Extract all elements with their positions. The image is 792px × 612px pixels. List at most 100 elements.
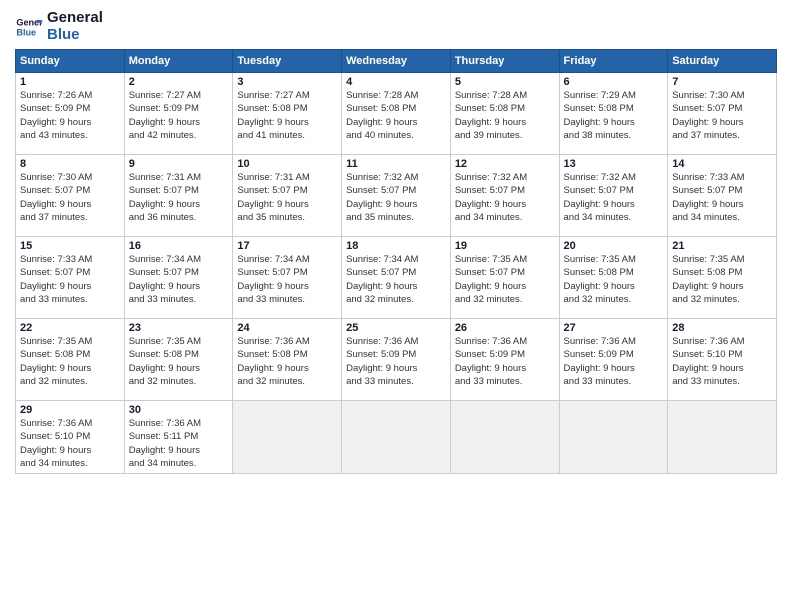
day-cell: 6Sunrise: 7:29 AMSunset: 5:08 PMDaylight… (559, 73, 668, 155)
day-cell: 4Sunrise: 7:28 AMSunset: 5:08 PMDaylight… (342, 73, 451, 155)
calendar-table: SundayMondayTuesdayWednesdayThursdayFrid… (15, 49, 777, 474)
day-number: 11 (346, 158, 446, 170)
day-cell: 30Sunrise: 7:36 AMSunset: 5:11 PMDayligh… (124, 401, 233, 474)
weekday-header-wednesday: Wednesday (342, 50, 451, 73)
day-cell: 12Sunrise: 7:32 AMSunset: 5:07 PMDayligh… (450, 155, 559, 237)
day-number: 2 (129, 76, 229, 88)
day-number: 14 (672, 158, 772, 170)
day-info: Sunrise: 7:36 AMSunset: 5:10 PMDaylight:… (672, 335, 772, 388)
weekday-header-friday: Friday (559, 50, 668, 73)
day-cell: 2Sunrise: 7:27 AMSunset: 5:09 PMDaylight… (124, 73, 233, 155)
logo: General Blue General Blue (15, 10, 103, 43)
day-number: 19 (455, 240, 555, 252)
weekday-header-saturday: Saturday (668, 50, 777, 73)
day-number: 13 (564, 158, 664, 170)
day-number: 24 (237, 322, 337, 334)
day-number: 26 (455, 322, 555, 334)
day-cell (559, 401, 668, 474)
day-info: Sunrise: 7:36 AMSunset: 5:09 PMDaylight:… (564, 335, 664, 388)
day-info: Sunrise: 7:32 AMSunset: 5:07 PMDaylight:… (455, 171, 555, 224)
day-cell: 28Sunrise: 7:36 AMSunset: 5:10 PMDayligh… (668, 319, 777, 401)
day-number: 18 (346, 240, 446, 252)
day-number: 21 (672, 240, 772, 252)
day-cell: 24Sunrise: 7:36 AMSunset: 5:08 PMDayligh… (233, 319, 342, 401)
day-info: Sunrise: 7:36 AMSunset: 5:08 PMDaylight:… (237, 335, 337, 388)
day-info: Sunrise: 7:35 AMSunset: 5:08 PMDaylight:… (672, 253, 772, 306)
logo-general: General (47, 10, 103, 27)
day-info: Sunrise: 7:35 AMSunset: 5:07 PMDaylight:… (455, 253, 555, 306)
day-info: Sunrise: 7:36 AMSunset: 5:09 PMDaylight:… (455, 335, 555, 388)
day-number: 9 (129, 158, 229, 170)
day-cell: 15Sunrise: 7:33 AMSunset: 5:07 PMDayligh… (16, 237, 125, 319)
day-cell: 11Sunrise: 7:32 AMSunset: 5:07 PMDayligh… (342, 155, 451, 237)
day-cell (342, 401, 451, 474)
week-row-5: 29Sunrise: 7:36 AMSunset: 5:10 PMDayligh… (16, 401, 777, 474)
day-number: 25 (346, 322, 446, 334)
day-cell: 7Sunrise: 7:30 AMSunset: 5:07 PMDaylight… (668, 73, 777, 155)
day-info: Sunrise: 7:31 AMSunset: 5:07 PMDaylight:… (237, 171, 337, 224)
svg-text:Blue: Blue (16, 27, 36, 37)
day-info: Sunrise: 7:34 AMSunset: 5:07 PMDaylight:… (346, 253, 446, 306)
day-cell: 10Sunrise: 7:31 AMSunset: 5:07 PMDayligh… (233, 155, 342, 237)
day-info: Sunrise: 7:36 AMSunset: 5:10 PMDaylight:… (20, 417, 120, 470)
day-info: Sunrise: 7:35 AMSunset: 5:08 PMDaylight:… (129, 335, 229, 388)
day-cell: 5Sunrise: 7:28 AMSunset: 5:08 PMDaylight… (450, 73, 559, 155)
logo-icon: General Blue (15, 13, 43, 41)
day-cell: 8Sunrise: 7:30 AMSunset: 5:07 PMDaylight… (16, 155, 125, 237)
day-cell (668, 401, 777, 474)
day-cell: 20Sunrise: 7:35 AMSunset: 5:08 PMDayligh… (559, 237, 668, 319)
weekday-header-monday: Monday (124, 50, 233, 73)
header: General Blue General Blue (15, 10, 777, 43)
day-info: Sunrise: 7:28 AMSunset: 5:08 PMDaylight:… (455, 89, 555, 142)
day-number: 6 (564, 76, 664, 88)
svg-text:General: General (16, 17, 43, 27)
day-cell: 21Sunrise: 7:35 AMSunset: 5:08 PMDayligh… (668, 237, 777, 319)
day-info: Sunrise: 7:30 AMSunset: 5:07 PMDaylight:… (20, 171, 120, 224)
week-row-2: 8Sunrise: 7:30 AMSunset: 5:07 PMDaylight… (16, 155, 777, 237)
day-number: 20 (564, 240, 664, 252)
day-number: 10 (237, 158, 337, 170)
day-number: 8 (20, 158, 120, 170)
day-info: Sunrise: 7:32 AMSunset: 5:07 PMDaylight:… (346, 171, 446, 224)
day-number: 28 (672, 322, 772, 334)
day-info: Sunrise: 7:35 AMSunset: 5:08 PMDaylight:… (564, 253, 664, 306)
day-cell: 26Sunrise: 7:36 AMSunset: 5:09 PMDayligh… (450, 319, 559, 401)
day-info: Sunrise: 7:29 AMSunset: 5:08 PMDaylight:… (564, 89, 664, 142)
day-cell (450, 401, 559, 474)
day-cell: 19Sunrise: 7:35 AMSunset: 5:07 PMDayligh… (450, 237, 559, 319)
week-row-1: 1Sunrise: 7:26 AMSunset: 5:09 PMDaylight… (16, 73, 777, 155)
week-row-4: 22Sunrise: 7:35 AMSunset: 5:08 PMDayligh… (16, 319, 777, 401)
day-number: 1 (20, 76, 120, 88)
day-info: Sunrise: 7:27 AMSunset: 5:08 PMDaylight:… (237, 89, 337, 142)
day-cell: 1Sunrise: 7:26 AMSunset: 5:09 PMDaylight… (16, 73, 125, 155)
day-info: Sunrise: 7:36 AMSunset: 5:09 PMDaylight:… (346, 335, 446, 388)
day-number: 29 (20, 404, 120, 416)
day-number: 17 (237, 240, 337, 252)
day-cell: 25Sunrise: 7:36 AMSunset: 5:09 PMDayligh… (342, 319, 451, 401)
day-info: Sunrise: 7:32 AMSunset: 5:07 PMDaylight:… (564, 171, 664, 224)
day-number: 27 (564, 322, 664, 334)
day-cell: 14Sunrise: 7:33 AMSunset: 5:07 PMDayligh… (668, 155, 777, 237)
day-cell: 29Sunrise: 7:36 AMSunset: 5:10 PMDayligh… (16, 401, 125, 474)
day-number: 4 (346, 76, 446, 88)
day-info: Sunrise: 7:28 AMSunset: 5:08 PMDaylight:… (346, 89, 446, 142)
day-number: 22 (20, 322, 120, 334)
day-cell: 13Sunrise: 7:32 AMSunset: 5:07 PMDayligh… (559, 155, 668, 237)
day-cell: 18Sunrise: 7:34 AMSunset: 5:07 PMDayligh… (342, 237, 451, 319)
day-cell: 22Sunrise: 7:35 AMSunset: 5:08 PMDayligh… (16, 319, 125, 401)
day-number: 30 (129, 404, 229, 416)
day-info: Sunrise: 7:36 AMSunset: 5:11 PMDaylight:… (129, 417, 229, 470)
day-info: Sunrise: 7:35 AMSunset: 5:08 PMDaylight:… (20, 335, 120, 388)
day-cell: 23Sunrise: 7:35 AMSunset: 5:08 PMDayligh… (124, 319, 233, 401)
day-info: Sunrise: 7:34 AMSunset: 5:07 PMDaylight:… (237, 253, 337, 306)
weekday-header-thursday: Thursday (450, 50, 559, 73)
day-cell: 17Sunrise: 7:34 AMSunset: 5:07 PMDayligh… (233, 237, 342, 319)
day-info: Sunrise: 7:27 AMSunset: 5:09 PMDaylight:… (129, 89, 229, 142)
day-cell: 27Sunrise: 7:36 AMSunset: 5:09 PMDayligh… (559, 319, 668, 401)
weekday-header-tuesday: Tuesday (233, 50, 342, 73)
day-info: Sunrise: 7:26 AMSunset: 5:09 PMDaylight:… (20, 89, 120, 142)
day-number: 23 (129, 322, 229, 334)
day-number: 12 (455, 158, 555, 170)
day-cell (233, 401, 342, 474)
day-info: Sunrise: 7:31 AMSunset: 5:07 PMDaylight:… (129, 171, 229, 224)
